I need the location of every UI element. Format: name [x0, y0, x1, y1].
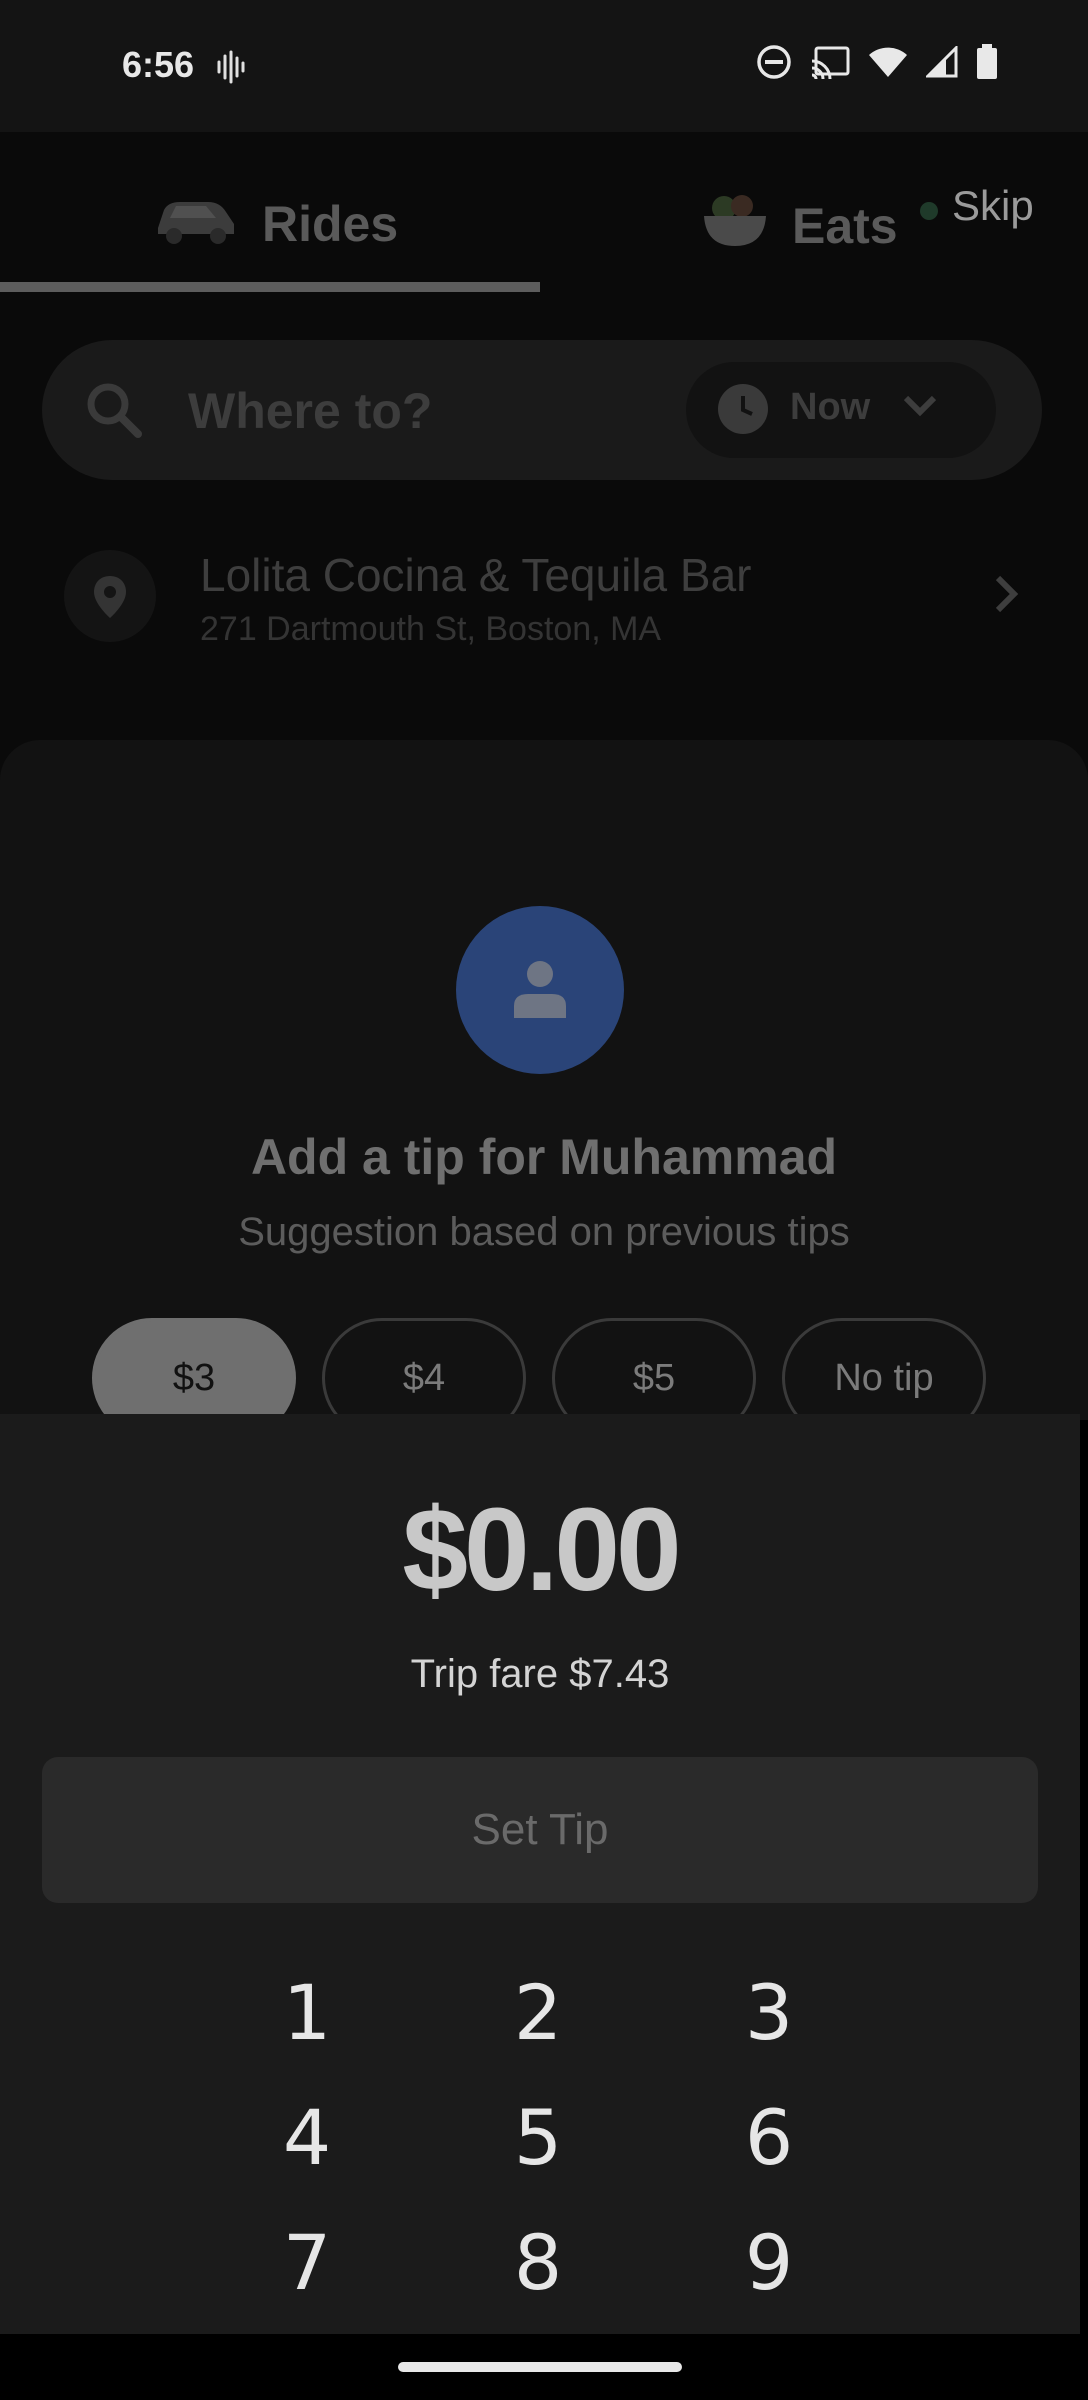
tab-eats-label: Eats	[792, 198, 898, 254]
saved-place-address: 271 Dartmouth St, Boston, MA	[200, 610, 662, 648]
keypad-key-2[interactable]: 2	[458, 1957, 618, 2067]
driver-avatar	[456, 906, 624, 1074]
search-icon	[84, 380, 144, 445]
location-pin-icon	[64, 550, 156, 642]
trip-fare: Trip fare $7.43	[410, 1652, 670, 1696]
saved-place-title[interactable]: Lolita Cocina & Tequila Bar	[200, 548, 751, 602]
home-gesture-bar[interactable]	[398, 2362, 682, 2372]
keypad-key-5[interactable]: 5	[458, 2082, 618, 2192]
car-icon	[150, 190, 240, 258]
tip-amount: $0.00	[402, 1484, 681, 1616]
clock-icon	[718, 384, 768, 434]
set-tip-button[interactable]: Set Tip	[42, 1757, 1038, 1903]
keypad-key-6[interactable]: 6	[689, 2082, 849, 2192]
wifi-icon	[868, 46, 908, 83]
keypad-key-3[interactable]: 3	[689, 1957, 849, 2067]
keypad-key-8[interactable]: 8	[458, 2207, 618, 2317]
keypad-key-7[interactable]: 7	[227, 2207, 387, 2317]
search-input[interactable]: Where to?	[188, 382, 432, 440]
signal-icon	[924, 44, 958, 83]
keypad-key-4[interactable]: 4	[227, 2082, 387, 2192]
status-icons	[756, 44, 998, 85]
tab-eats[interactable]: Eats	[700, 190, 898, 262]
skip-button[interactable]: Skip	[952, 182, 1034, 230]
tip-subtitle: Suggestion based on previous tips	[238, 1210, 850, 1254]
cast-icon	[810, 45, 850, 84]
tab-rides[interactable]: Rides	[150, 190, 398, 258]
chevron-down-icon	[900, 386, 940, 435]
person-icon	[510, 956, 570, 1025]
schedule-label: Now	[790, 386, 871, 428]
sound-wave-icon	[216, 50, 246, 89]
tip-title: Add a tip for Muhammad	[250, 1129, 838, 1185]
keypad-key-1[interactable]: 1	[227, 1957, 387, 2067]
chevron-right-icon	[992, 570, 1022, 630]
status-time: 6:56	[122, 44, 195, 85]
battery-icon	[976, 44, 998, 85]
status-dot	[920, 202, 938, 220]
tab-underline	[0, 282, 540, 292]
do-not-disturb-icon	[756, 44, 792, 85]
tab-rides-label: Rides	[262, 196, 399, 252]
food-bowl-icon	[700, 190, 770, 262]
keypad-key-9[interactable]: 9	[689, 2207, 849, 2317]
